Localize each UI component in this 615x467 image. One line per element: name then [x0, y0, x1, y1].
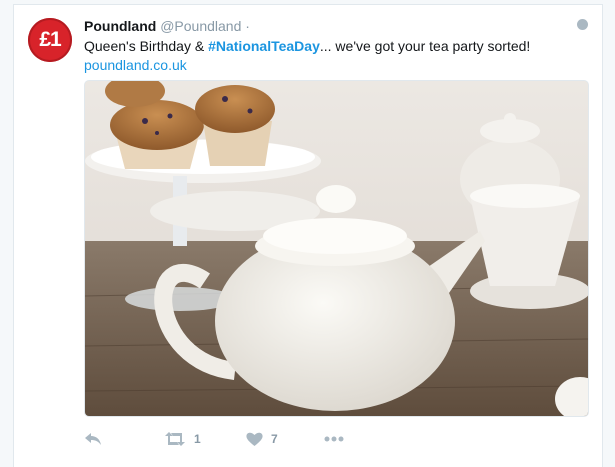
avatar-logo-text: £1: [39, 28, 61, 51]
like-count: 7: [271, 432, 278, 446]
tweet-text-part1: Queen's Birthday &: [84, 38, 209, 54]
tea-party-photo: [85, 81, 588, 416]
tweet-media-image[interactable]: [84, 80, 589, 417]
reply-icon: [85, 433, 101, 445]
more-button[interactable]: [324, 429, 344, 449]
tweet-text-part2: ... we've got your tea party sorted!: [319, 38, 531, 54]
globe-icon: [577, 19, 588, 30]
tweet-text: Queen's Birthday & #NationalTeaDay... we…: [84, 36, 530, 56]
retweet-count: 1: [194, 432, 201, 446]
reply-button[interactable]: [84, 429, 102, 449]
tweet-card[interactable]: £1 Poundland @Poundland · Queen's Birthd…: [13, 4, 603, 467]
username[interactable]: @Poundland: [160, 18, 241, 34]
tweet-actions: 1 7: [84, 429, 384, 449]
heart-icon: [246, 432, 263, 446]
hashtag-link[interactable]: #NationalTeaDay: [208, 38, 320, 54]
retweet-button[interactable]: 1: [164, 429, 201, 449]
url-link[interactable]: poundland.co.uk: [84, 55, 187, 75]
more-icon: [324, 436, 344, 442]
avatar[interactable]: £1: [28, 18, 72, 62]
retweet-icon: [165, 432, 185, 446]
like-button[interactable]: 7: [246, 429, 278, 449]
separator: ·: [245, 18, 250, 34]
tweet-header: Poundland @Poundland ·: [84, 17, 250, 35]
display-name[interactable]: Poundland: [84, 18, 156, 34]
